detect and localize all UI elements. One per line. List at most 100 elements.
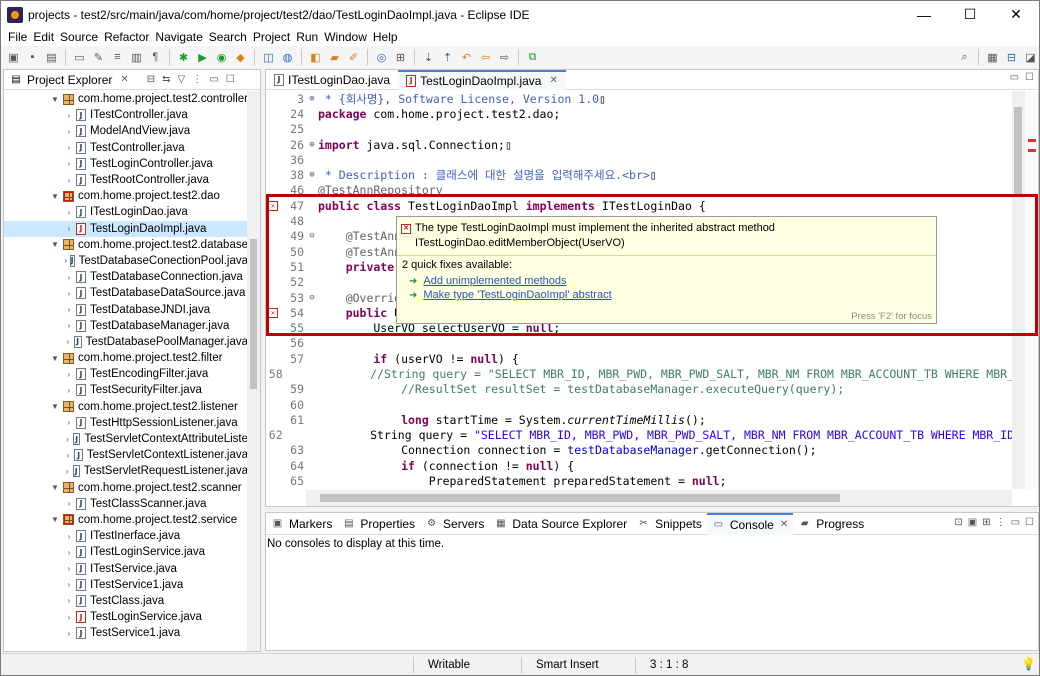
open-console-icon[interactable]: ⊞ <box>982 517 990 528</box>
annotation-gutter[interactable] <box>266 412 280 427</box>
code-line[interactable]: 36 <box>266 152 1014 167</box>
code-line[interactable]: 3 ⊕ * {회사명}, Software License, Version 1.… <box>266 91 1014 106</box>
expand-chevron-icon[interactable]: ▼ <box>50 95 60 104</box>
fold-toggle-icon[interactable]: ⊕ <box>306 94 318 104</box>
new-class-icon[interactable]: ◍ <box>279 49 296 66</box>
view-menu-icon[interactable]: ⋮ <box>996 517 1006 528</box>
code-line[interactable]: 62 String query = "SELECT MBR_ID, MBR_PW… <box>266 428 1014 443</box>
collapse-all-icon[interactable]: ⊟ <box>147 74 155 85</box>
tree-file-item[interactable]: › J ITestController.java <box>4 107 248 123</box>
project-explorer-tab[interactable]: ▤ Project Explorer ✕ ⊟ ⇆ ▽ ⋮ ▭ ☐ <box>4 70 260 90</box>
expand-chevron-icon[interactable]: ▼ <box>50 402 60 411</box>
expand-chevron-icon[interactable]: ▼ <box>50 483 60 492</box>
link-editor-icon[interactable]: ⇆ <box>162 74 170 85</box>
menu-search[interactable]: Search <box>206 30 250 44</box>
search-icon[interactable]: ⌕ <box>956 49 973 66</box>
expand-chevron-icon[interactable]: › <box>64 305 74 314</box>
previous-annotation-icon[interactable]: ⇡ <box>439 49 456 66</box>
menu-window[interactable]: Window <box>321 30 370 44</box>
perspective-java-icon[interactable]: ◪ <box>1022 49 1039 66</box>
expand-chevron-icon[interactable]: ▼ <box>50 515 60 524</box>
tree-file-item[interactable]: › J ModelAndView.java <box>4 123 248 139</box>
debug-icon[interactable]: ✱ <box>175 49 192 66</box>
view-menu-icon[interactable]: ⋮ <box>192 74 202 85</box>
expand-chevron-icon[interactable]: › <box>64 580 74 589</box>
code-line[interactable]: 59 //ResultSet resultSet = testDatabaseM… <box>266 382 1014 397</box>
tab-data-source-explorer[interactable]: ▦ Data Source Explorer <box>489 513 632 535</box>
tree-file-item[interactable]: › J TestLoginController.java <box>4 156 248 172</box>
annotation-gutter[interactable] <box>266 168 280 183</box>
expand-chevron-icon[interactable]: › <box>64 337 72 346</box>
tree-file-item[interactable]: › J TestLoginService.java <box>4 609 248 625</box>
minimize-button[interactable]: — <box>901 1 947 28</box>
tree-package-item[interactable]: ▼ com.home.project.test2.filter <box>4 350 248 366</box>
tree-package-item[interactable]: ▼ com.home.project.test2.dao <box>4 188 248 204</box>
scrollbar-thumb[interactable] <box>1014 107 1022 197</box>
tree-file-item[interactable]: › J TestHttpSessionListener.java <box>4 415 248 431</box>
next-annotation-icon[interactable]: ⇣ <box>420 49 437 66</box>
expand-chevron-icon[interactable]: › <box>64 451 72 460</box>
tree-file-item[interactable]: › J TestRootController.java <box>4 172 248 188</box>
pin-editor-icon[interactable]: ⊞ <box>392 49 409 66</box>
tree-file-item[interactable]: › J TestDatabaseJNDI.java <box>4 301 248 317</box>
annotation-gutter[interactable] <box>266 458 280 473</box>
last-edit-icon[interactable]: ↶ <box>458 49 475 66</box>
block-select-icon[interactable]: ▥ <box>128 49 145 66</box>
expand-chevron-icon[interactable]: › <box>64 467 71 476</box>
perspective-resource-icon[interactable]: ▦ <box>984 49 1001 66</box>
annotation-gutter[interactable] <box>266 122 280 137</box>
tree-file-item[interactable]: › J ITestService1.java <box>4 577 248 593</box>
expand-chevron-icon[interactable]: › <box>64 143 74 152</box>
expand-chevron-icon[interactable]: › <box>64 273 74 282</box>
toggle-mark-icon[interactable]: ✎ <box>90 49 107 66</box>
expand-chevron-icon[interactable]: › <box>64 629 74 638</box>
scrollbar-thumb[interactable] <box>320 494 840 502</box>
expand-chevron-icon[interactable]: › <box>64 111 74 120</box>
code-line[interactable]: 65 PreparedStatement preparedStatement =… <box>266 473 1014 488</box>
tab-markers[interactable]: ▣ Markers <box>266 513 337 535</box>
menu-file[interactable]: File <box>5 30 30 44</box>
code-line[interactable]: 25 <box>266 122 1014 137</box>
annotation-gutter[interactable] <box>266 382 280 397</box>
expand-chevron-icon[interactable]: › <box>64 418 74 427</box>
tree-file-item[interactable]: › J TestDatabaseConnection.java <box>4 269 248 285</box>
run-icon[interactable]: ▶ <box>194 49 211 66</box>
tab-testlogindaoimpl[interactable]: J TestLoginDaoImpl.java ✕ <box>398 69 566 90</box>
editor-horizontal-scrollbar[interactable] <box>306 490 1012 506</box>
expand-chevron-icon[interactable]: › <box>64 176 74 185</box>
coverage-icon[interactable]: ◉ <box>213 49 230 66</box>
annotation-gutter[interactable] <box>266 91 280 106</box>
annotation-gutter[interactable] <box>266 137 280 152</box>
annotation-gutter[interactable] <box>266 152 280 167</box>
scrollbar-thumb[interactable] <box>250 239 257 389</box>
tree-package-item[interactable]: ▼ com.home.project.test2.service <box>4 512 248 528</box>
menu-run[interactable]: Run <box>293 30 321 44</box>
save-icon[interactable]: ▪ <box>24 49 41 66</box>
expand-chevron-icon[interactable]: › <box>64 596 74 605</box>
tab-servers[interactable]: ⚙ Servers <box>420 513 489 535</box>
expand-chevron-icon[interactable]: › <box>64 564 74 573</box>
quick-fix-link[interactable]: Make type 'TestLoginDaoImpl' abstract <box>423 289 611 301</box>
expand-chevron-icon[interactable]: › <box>64 613 74 622</box>
tree-package-item[interactable]: ▼ com.home.project.test2.listener <box>4 399 248 415</box>
quick-fix-make-abstract[interactable]: ➜ Make type 'TestLoginDaoImpl' abstract <box>397 288 936 302</box>
tree-file-item[interactable]: › J TestDatabaseDataSource.java <box>4 285 248 301</box>
expand-chevron-icon[interactable]: › <box>64 499 74 508</box>
expand-chevron-icon[interactable]: › <box>64 321 74 330</box>
lightbulb-icon[interactable]: 💡 <box>1021 657 1036 671</box>
pin-console-icon[interactable]: ⊡ <box>954 517 962 528</box>
maximize-button[interactable]: ☐ <box>947 1 993 28</box>
code-line[interactable]: 24 package com.home.project.test2.dao; <box>266 106 1014 121</box>
expand-chevron-icon[interactable]: › <box>64 127 74 136</box>
menu-edit[interactable]: Edit <box>30 30 57 44</box>
tree-file-item[interactable]: › J TestServletContextListener.java <box>4 447 248 463</box>
display-console-icon[interactable]: ▣ <box>968 517 977 528</box>
open-perspective-icon[interactable]: ⧉ <box>524 49 541 66</box>
new-icon[interactable]: ▣ <box>5 49 22 66</box>
code-line[interactable]: 61 long startTime = System. currentTimeMi… <box>266 412 1014 427</box>
minimize-view-icon[interactable]: ▭ <box>1011 517 1020 528</box>
expand-chevron-icon[interactable]: › <box>64 370 74 379</box>
tree-package-item[interactable]: ▼ com.home.project.test2.controller <box>4 91 248 107</box>
code-line[interactable]: 64 if (connection != null) { <box>266 458 1014 473</box>
open-type-icon[interactable]: ◧ <box>307 49 324 66</box>
